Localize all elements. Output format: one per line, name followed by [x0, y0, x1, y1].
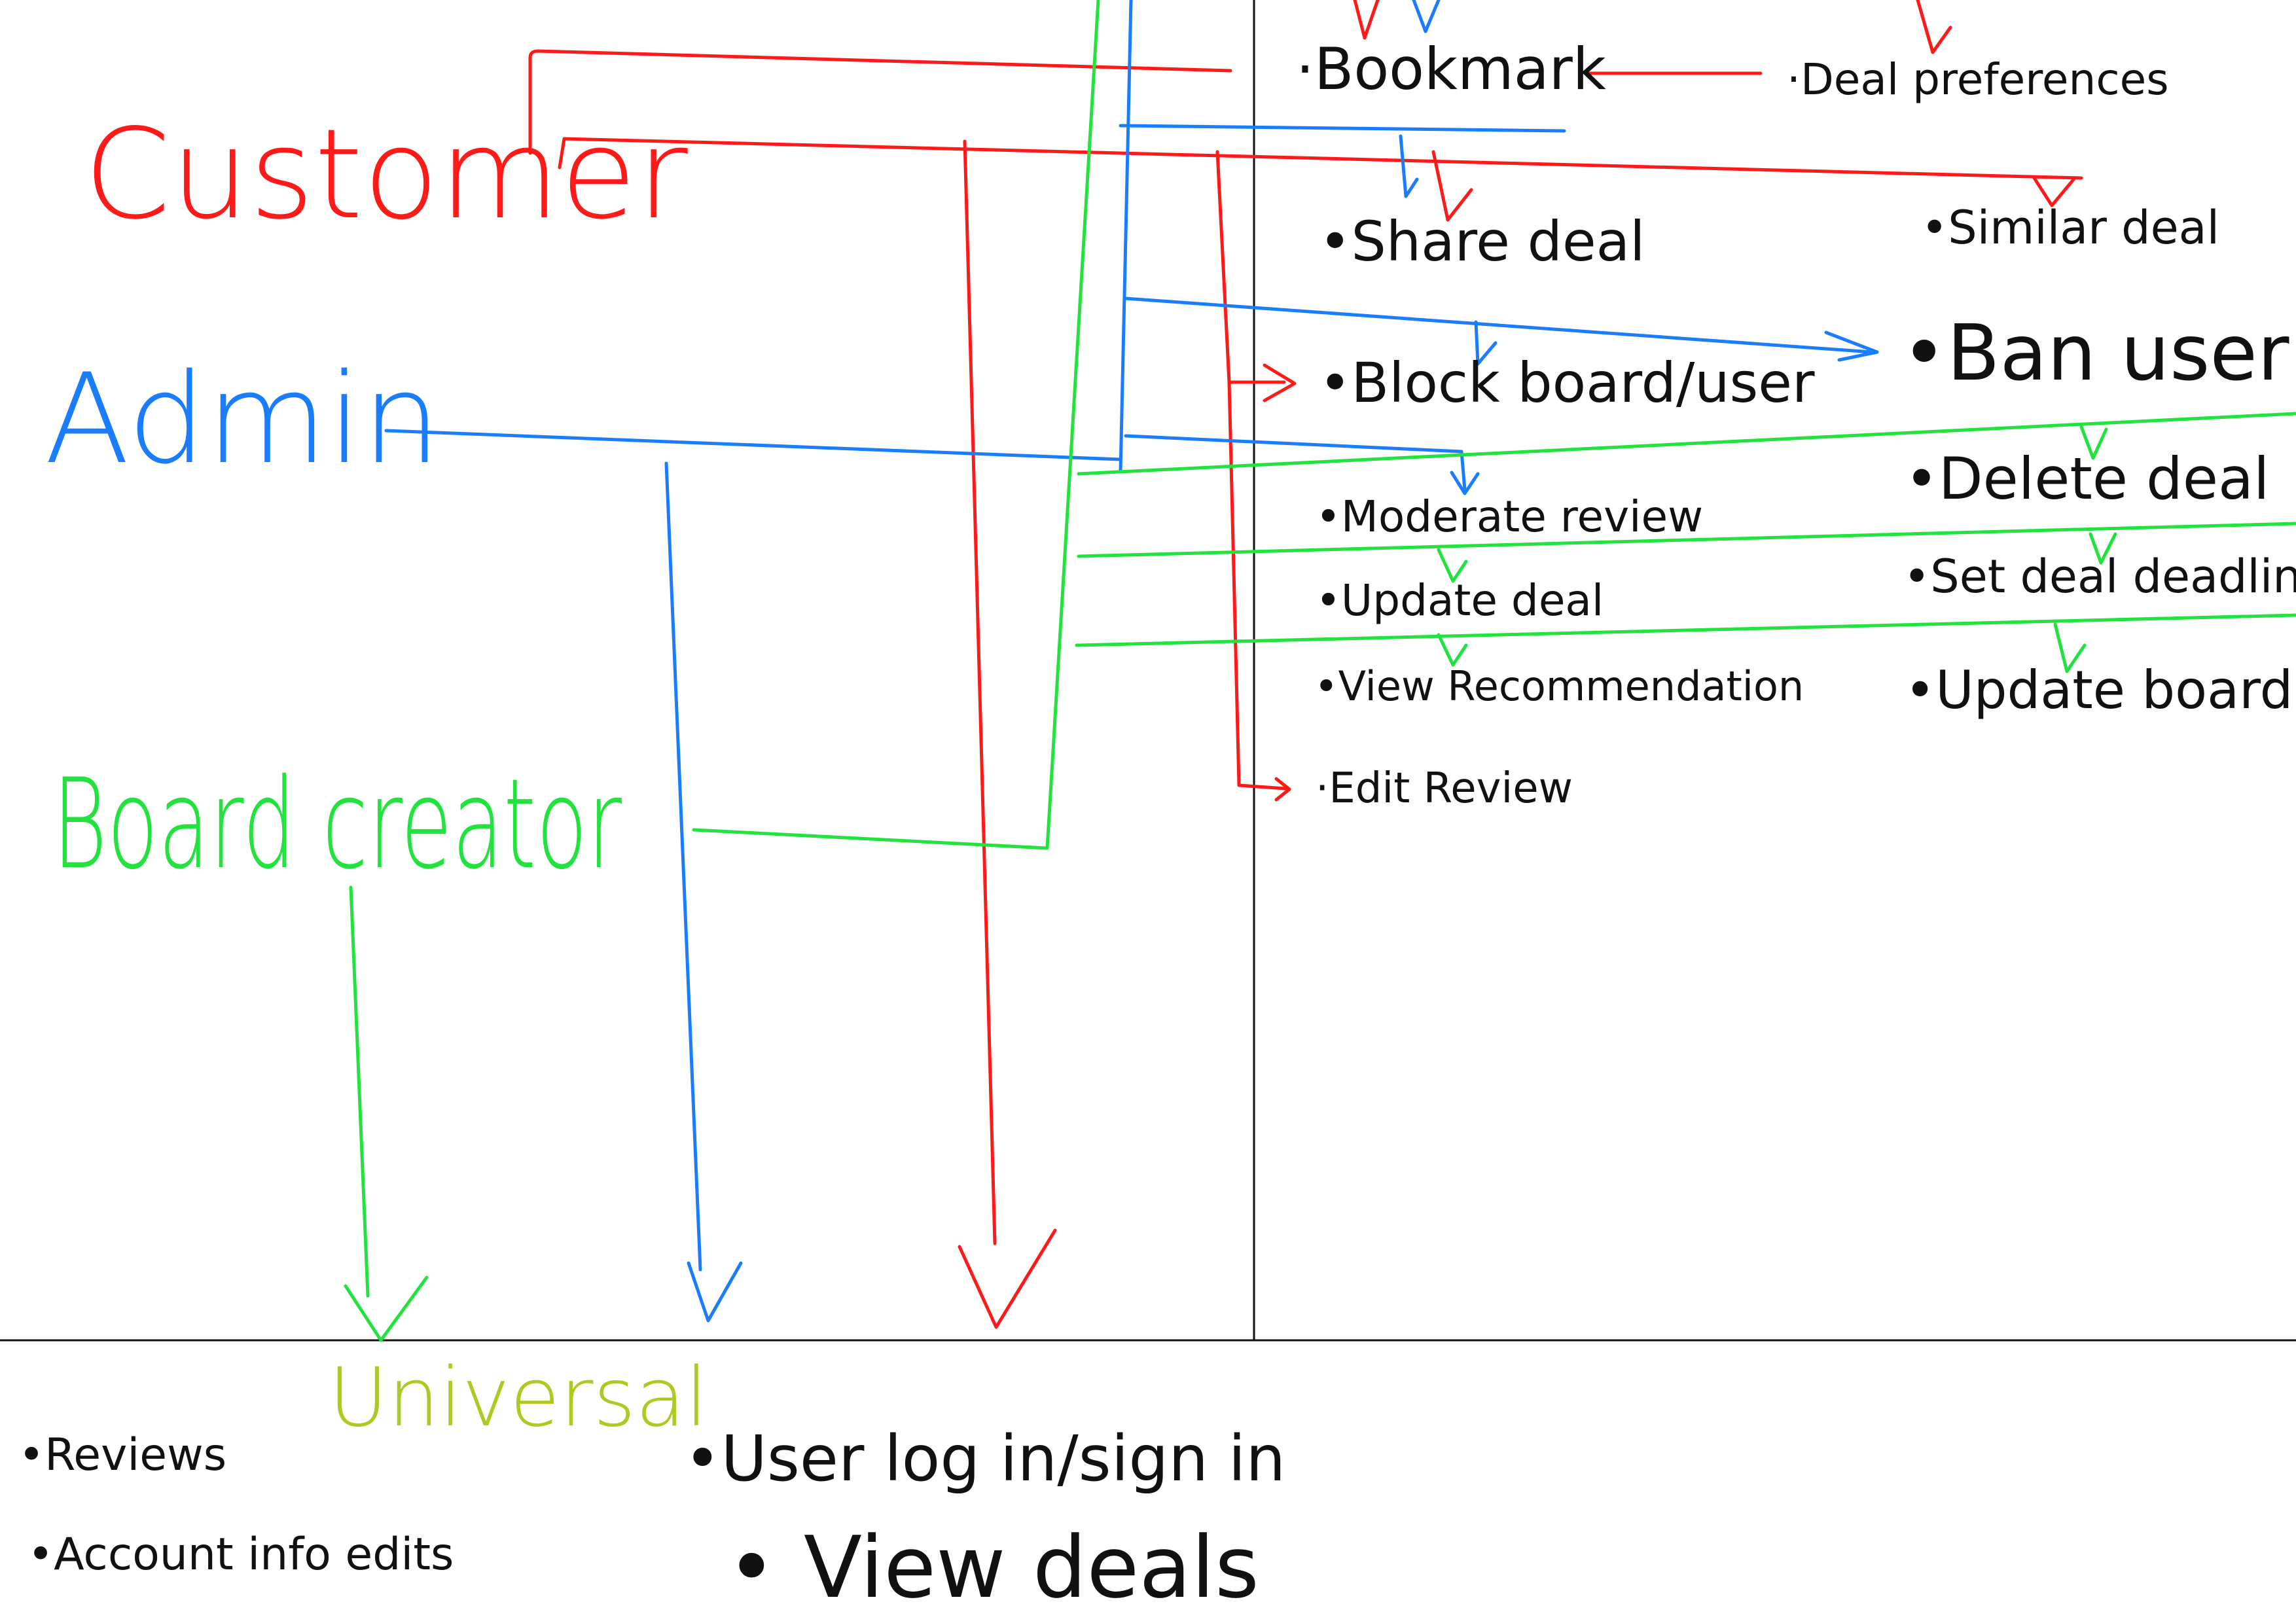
- admin-to-bookmark-arrow: [1412, 0, 1441, 33]
- feature-bookmark: ·Bookmark: [1296, 35, 1606, 103]
- board-creator-to-update-board-line: [1075, 613, 2296, 647]
- admin-to-bookmark-line: [1119, 124, 1566, 133]
- feature-moderate-review: •Moderate review: [1316, 491, 1703, 542]
- admin-to-ban-user-arrow: [1824, 330, 1879, 362]
- admin-to-share-deal-arrow: [1399, 134, 1419, 198]
- customer-to-deal-preferences-arrow: [1916, 0, 1952, 54]
- role-customer: Customer: [84, 102, 688, 247]
- use-case-diagram: Customer Admin Board creator ·Bookmark ·…: [0, 0, 2296, 1617]
- customer-to-block-line: [1215, 150, 1286, 384]
- feature-update-board: •Update board: [1905, 660, 2293, 721]
- feature-similar-deal: •Similar deal: [1921, 201, 2219, 255]
- feature-share-deal: •Share deal: [1319, 209, 1645, 274]
- customer-to-bookmark-arrow: [1353, 0, 1380, 40]
- customer-to-universal-arrow: [958, 1228, 1057, 1329]
- universal-item-reviews: •Reviews: [18, 1429, 226, 1481]
- universal-title: Universal: [329, 1351, 708, 1445]
- universal-item-user-log-in: •User log in/sign in: [684, 1422, 1285, 1495]
- customer-to-universal-line: [963, 139, 997, 1245]
- feature-ban-user: •Ban user: [1901, 308, 2289, 398]
- customer-connectors: [528, 0, 2083, 1329]
- universal-item-account-info-edits: •Account info edits: [27, 1529, 454, 1580]
- admin-main-line: [384, 429, 1122, 461]
- board-creator-to-view-recommendation-arrow: [1437, 633, 1468, 667]
- feature-block-board-user: •Block board/user: [1319, 351, 1815, 415]
- board-creator-vertical-line: [692, 0, 1100, 850]
- feature-view-recommendation: •View Recommendation: [1314, 662, 1804, 710]
- admin-vertical-line: [1119, 0, 1133, 473]
- admin-to-universal-line: [664, 461, 702, 1272]
- role-board-creator: Board creator: [52, 752, 622, 897]
- feature-set-deal-deadline: •Set deal deadline: [1903, 550, 2296, 603]
- customer-main-line: [558, 137, 2083, 180]
- board-creator-to-universal-arrow: [344, 1275, 429, 1342]
- feature-update-deal: •Update deal: [1316, 575, 1604, 626]
- feature-deal-preferences: ·Deal preferences: [1787, 54, 2169, 105]
- role-admin: Admin: [45, 347, 441, 491]
- board-creator-to-universal-line: [349, 885, 370, 1298]
- admin-to-universal-arrow: [687, 1261, 743, 1323]
- universal-item-view-deals: • View deals: [726, 1518, 1259, 1617]
- feature-edit-review: ·Edit Review: [1316, 764, 1573, 813]
- feature-delete-deal: •Delete deal: [1905, 445, 2269, 512]
- admin-to-ban-user-line: [1124, 296, 1874, 354]
